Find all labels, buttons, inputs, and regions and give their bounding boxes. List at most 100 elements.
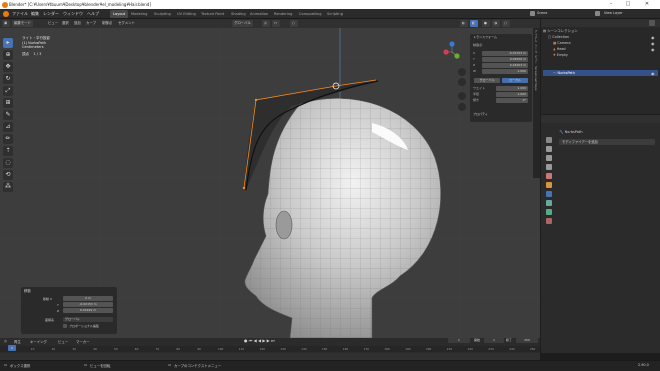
proportional-edit-icon[interactable]: ○ (290, 20, 298, 27)
playback-controls[interactable]: ● ⏮ ◀ ◀ ▶ ▶ ⏭ (244, 338, 275, 343)
orientation-selector[interactable]: グローバル (232, 20, 253, 27)
menu-control-points[interactable]: 制御点 (100, 20, 114, 27)
draw-tool-icon[interactable]: ✏ (3, 134, 13, 144)
tilt-tool-icon[interactable]: ⟲ (3, 170, 13, 180)
outliner-row-empty[interactable]: ✚ Empty (543, 52, 658, 58)
tab-tool[interactable]: ツール (534, 44, 538, 53)
move-y-field[interactable]: -0.00153 m (63, 302, 113, 307)
blender-menu-icon[interactable] (3, 11, 9, 17)
tab-texture-paint[interactable]: Texture Paint (198, 10, 227, 18)
object-tab-icon[interactable] (546, 182, 552, 188)
menu-window[interactable]: ウィンドウ (63, 11, 83, 17)
end-frame-field[interactable]: 250 (516, 338, 538, 343)
pivot-icon[interactable]: ◎ (262, 20, 270, 27)
w-field[interactable]: 1.000 (482, 69, 528, 74)
tab-modeling[interactable]: Modeling (128, 10, 150, 18)
menu-select[interactable]: 選択 (60, 20, 71, 27)
add-modifier-dropdown[interactable]: モディファイアーを追加 (559, 139, 655, 145)
menu-add[interactable]: 追加 (72, 20, 83, 27)
tab-item[interactable]: アイテム (534, 30, 538, 42)
extrude-tool-icon[interactable]: ⇡ (3, 146, 13, 156)
rotate-tool-icon[interactable]: ↻ (3, 74, 13, 84)
tilt-field[interactable]: 0° (496, 98, 528, 103)
global-toggle[interactable]: グローバル (474, 78, 500, 83)
timeline-menu-keying[interactable]: キーイング (30, 339, 47, 344)
timeline-ruler[interactable]: 0102030405060708090100110120130140150160… (0, 346, 540, 352)
tab-scripting[interactable]: Scripting (324, 10, 346, 18)
tab-shading[interactable]: Shading (228, 10, 249, 18)
timeline-menu-playback[interactable]: 再生 (14, 339, 21, 344)
move-z-field[interactable]: 0.01499 m (63, 308, 113, 313)
properties-header[interactable]: プロパティ (473, 112, 488, 117)
timeline-menu-marker[interactable]: マーカー (76, 339, 90, 344)
shading-material-icon[interactable]: ◑ (492, 20, 500, 27)
tab-compositing[interactable]: Compositing (296, 10, 325, 18)
operator-title[interactable]: 移動 (24, 288, 31, 293)
xray-icon[interactable]: ◧ (470, 20, 478, 27)
close-button[interactable]: ✕ (640, 1, 654, 8)
minimize-button[interactable]: – (604, 1, 618, 8)
transform-header[interactable]: トランスフォーム (473, 35, 497, 40)
tab-animation[interactable]: Animation (247, 10, 271, 18)
measure-tool-icon[interactable]: ⊿ (3, 122, 13, 132)
material-tab-icon[interactable] (546, 218, 552, 224)
view-layer-selector[interactable]: View Layer (604, 11, 623, 15)
menu-curve[interactable]: カーブ (84, 20, 98, 27)
visibility-eye-icon[interactable]: ◉ (651, 41, 655, 46)
visibility-eye-icon[interactable]: ◉ (651, 35, 655, 40)
data-tab-icon[interactable] (546, 209, 552, 215)
menu-edit[interactable]: 編集 (31, 11, 39, 17)
menu-segments[interactable]: セグメント (116, 20, 137, 27)
tab-uv-editing[interactable]: UV Editing (174, 10, 199, 18)
modifier-tab-icon[interactable] (546, 191, 552, 197)
orientation-dropdown[interactable]: グローバル (63, 317, 113, 322)
y-field[interactable]: 0.02506 m (482, 57, 528, 62)
tab-screencast-keys[interactable]: Screencast Keys (534, 66, 538, 91)
output-tab-icon[interactable] (546, 155, 552, 161)
proportional-checkbox[interactable] (63, 324, 67, 328)
menu-view[interactable]: ビュー (46, 20, 60, 27)
x-field[interactable]: -0.07153 m (482, 51, 528, 56)
shading-solid-icon[interactable]: ● (482, 20, 490, 27)
physics-tab-icon[interactable] (546, 200, 552, 206)
playhead[interactable]: 1 (8, 345, 16, 351)
tab-rendering[interactable]: Rendering (271, 10, 295, 18)
render-tab-icon[interactable] (546, 146, 552, 152)
menu-render[interactable]: レンダー (43, 11, 59, 17)
tab-sculpting[interactable]: Sculpting (151, 10, 174, 18)
tab-layout[interactable]: Layout (110, 10, 129, 18)
visibility-eye-icon[interactable]: ◉ (651, 71, 655, 76)
scene-selector[interactable]: Scene (537, 11, 547, 15)
menu-file[interactable]: ファイル (12, 11, 28, 17)
navigation-gizmo[interactable] (443, 41, 460, 59)
snap-icon[interactable]: ⊓ (272, 20, 280, 27)
radius-tool-icon[interactable]: ◌ (3, 158, 13, 168)
tab-view[interactable]: ビュー (534, 55, 538, 64)
current-frame-field[interactable]: 1 (448, 338, 470, 343)
annotate-tool-icon[interactable]: ✎ (3, 110, 13, 120)
viewport-overlays-icon[interactable]: ◐ (460, 20, 468, 27)
radius-field[interactable]: 1.000 (496, 92, 528, 97)
randomize-tool-icon[interactable]: ⁂ (3, 182, 13, 192)
view-layer-tab-icon[interactable] (546, 164, 552, 170)
editor-type-button[interactable]: ▣ (2, 20, 10, 27)
outliner-row-nurbspath[interactable]: 〜 NurbsPath (543, 70, 658, 76)
timeline-editor-icon[interactable]: ◷ (4, 339, 7, 343)
timeline-track[interactable] (0, 353, 540, 360)
scene-tab-icon[interactable] (546, 173, 552, 179)
local-toggle[interactable]: ローカル (502, 78, 528, 83)
shading-rendered-icon[interactable]: ○ (502, 20, 510, 27)
z-field[interactable]: 0.24203 m (482, 63, 528, 68)
start-frame-field[interactable]: 1 (484, 338, 504, 343)
maximize-button[interactable]: □ (621, 1, 635, 8)
scale-tool-icon[interactable]: ⤢ (3, 86, 13, 96)
timeline-menu-view[interactable]: ビュー (58, 339, 68, 344)
mode-selector[interactable]: 編集モード (12, 20, 33, 27)
move-tool-icon[interactable]: ✥ (3, 62, 13, 72)
move-x-field[interactable]: 0 m (63, 296, 113, 301)
transform-tool-icon[interactable]: ⊞ (3, 98, 13, 108)
view-controls[interactable] (458, 68, 466, 111)
tool-tab-icon[interactable] (546, 137, 552, 143)
visibility-eye-icon[interactable]: ◉ (651, 47, 655, 52)
outliner-filter-icon[interactable] (649, 20, 655, 26)
